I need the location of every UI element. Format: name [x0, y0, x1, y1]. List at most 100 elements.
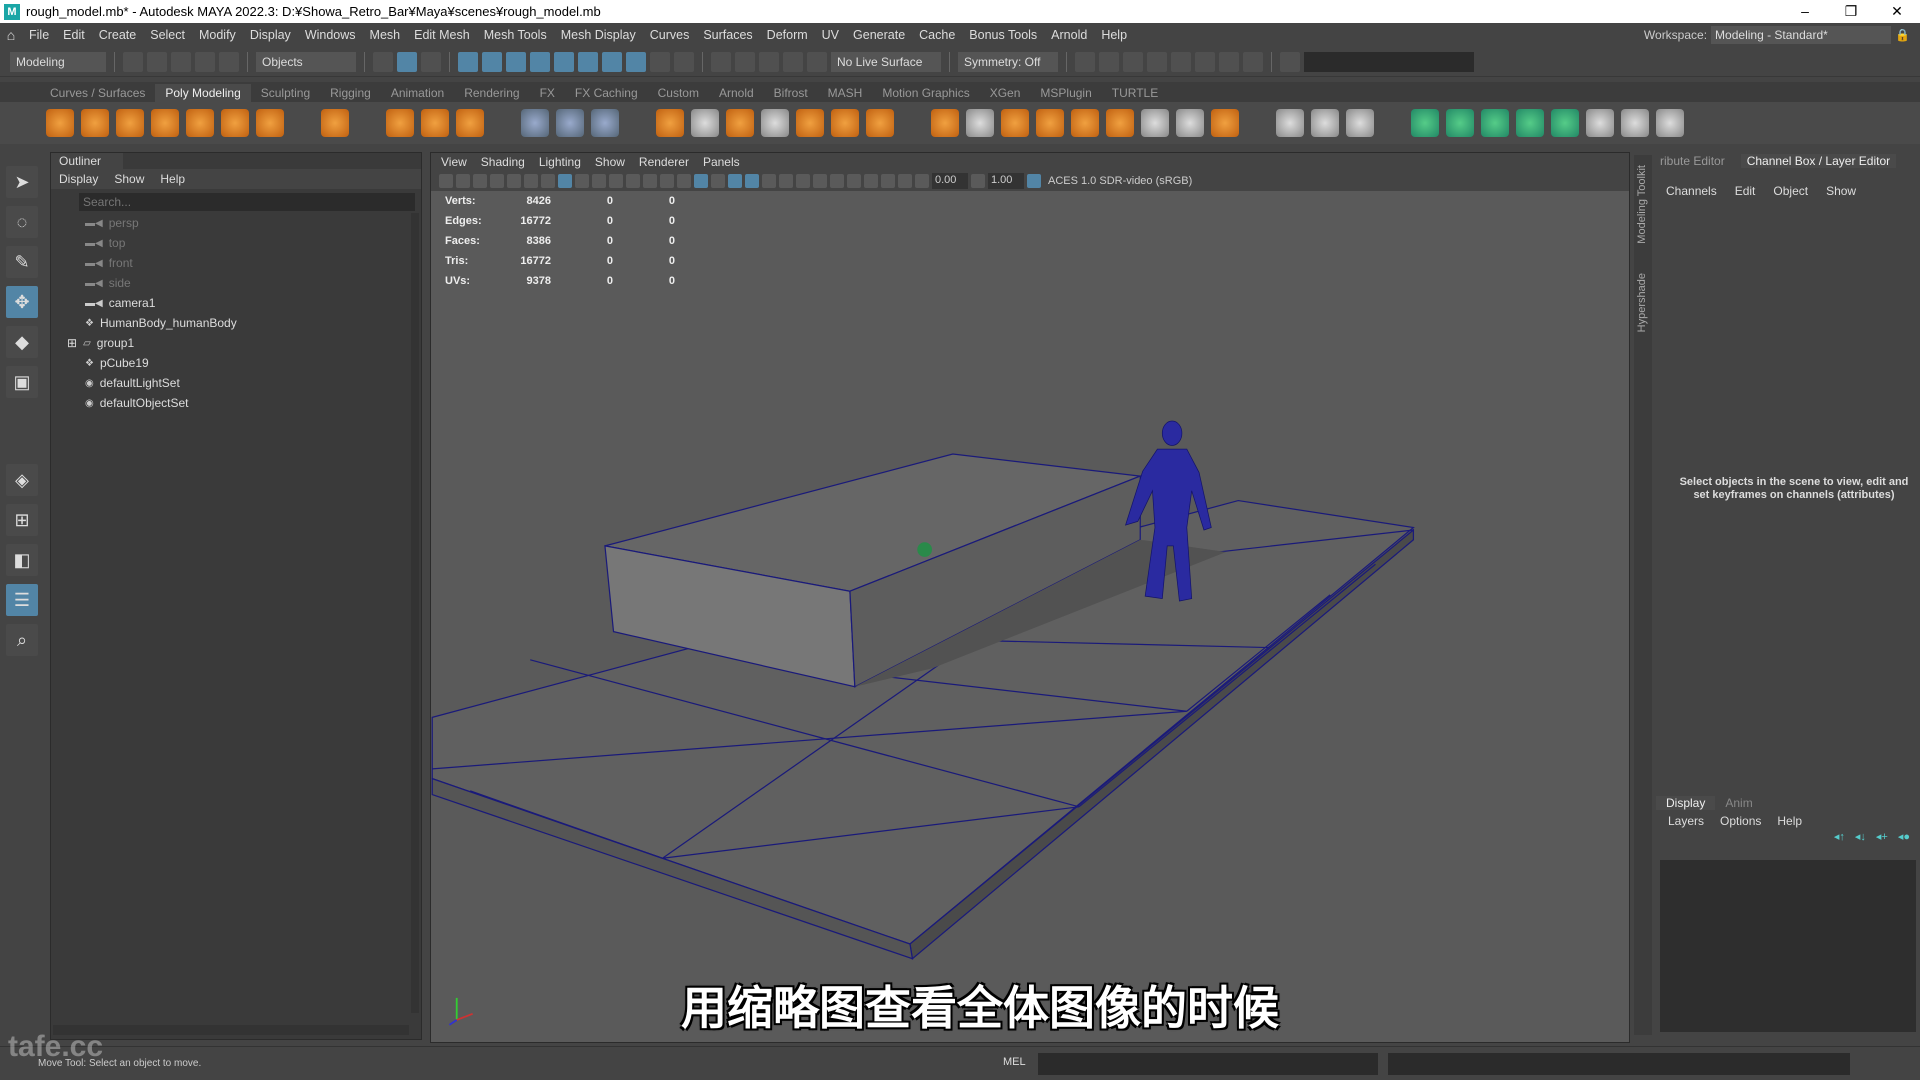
hypershade-icon[interactable] — [1171, 51, 1191, 72]
highlight-icon[interactable] — [674, 51, 694, 72]
collapse-icon[interactable] — [1176, 109, 1204, 137]
outliner-menu-help[interactable]: Help — [160, 172, 185, 186]
shelf-tab-bifrost[interactable]: Bifrost — [764, 84, 818, 102]
snap-settings-icon[interactable] — [602, 51, 622, 72]
mirror-icon[interactable] — [796, 109, 824, 137]
lock-selection-icon[interactable] — [650, 51, 670, 72]
poly-disc-icon[interactable] — [256, 109, 284, 137]
shelf-tab-custom[interactable]: Custom — [648, 84, 709, 102]
append-icon[interactable] — [1141, 109, 1169, 137]
two-view-icon[interactable]: ◧ — [6, 544, 38, 576]
shelf-tab-arnold[interactable]: Arnold — [709, 84, 764, 102]
backface-icon[interactable] — [898, 174, 912, 188]
shelf-tab-rigging[interactable]: Rigging — [320, 84, 381, 102]
move-tool-icon[interactable]: ✥ — [6, 286, 38, 318]
xray-joints-icon[interactable] — [864, 174, 878, 188]
uv-cylindrical-icon[interactable] — [1446, 109, 1474, 137]
menu-select[interactable]: Select — [143, 28, 192, 42]
history-icon[interactable] — [711, 51, 731, 72]
shelf-tab-rendering[interactable]: Rendering — [454, 84, 529, 102]
outliner-item[interactable]: ▬◀ front — [51, 253, 421, 273]
super-shape-icon[interactable] — [386, 109, 414, 137]
ambient-occlusion-icon[interactable] — [796, 174, 810, 188]
tab-modeling-toolkit[interactable]: Modeling Toolkit — [1636, 165, 1648, 244]
lasso-tool-icon[interactable]: ◌ — [6, 206, 38, 238]
xray-active-icon[interactable] — [881, 174, 895, 188]
render-view-icon[interactable] — [1075, 51, 1095, 72]
fill-hole-icon[interactable] — [1036, 109, 1064, 137]
bevel-icon[interactable] — [966, 109, 994, 137]
shelf-tab-turtle[interactable]: TURTLE — [1102, 84, 1168, 102]
select-tool-icon[interactable]: ➤ — [6, 166, 38, 198]
close-button[interactable]: ✕ — [1874, 0, 1920, 23]
layer-menu-help[interactable]: Help — [1777, 814, 1802, 828]
mel-label[interactable]: MEL — [1003, 1056, 1026, 1068]
expand-icon[interactable]: ⊞ — [67, 336, 77, 350]
snap-point-icon[interactable] — [506, 51, 526, 72]
bookmark-icon[interactable] — [490, 174, 504, 188]
shelf-tab-msplugin[interactable]: MSPlugin — [1030, 84, 1101, 102]
outliner-item[interactable]: ◉ defaultObjectSet — [51, 393, 421, 413]
outliner-item[interactable]: ▬◀ persp — [51, 213, 421, 233]
resolution-gate-icon[interactable] — [592, 174, 606, 188]
pivot-icon[interactable] — [521, 109, 549, 137]
lights-icon[interactable] — [762, 174, 776, 188]
shelf-tab-motion-graphics[interactable]: Motion Graphics — [872, 84, 979, 102]
save-scene-icon[interactable] — [171, 51, 191, 72]
select-hierarchy-icon[interactable] — [373, 51, 393, 72]
input-field-icon[interactable] — [1280, 51, 1300, 72]
snap-projected-icon[interactable] — [530, 51, 550, 72]
safe-action-icon[interactable] — [643, 174, 657, 188]
snap-curve-icon[interactable] — [482, 51, 502, 72]
separate-icon[interactable] — [691, 109, 719, 137]
four-view-icon[interactable]: ⊞ — [6, 504, 38, 536]
outliner-horizontal-scrollbar[interactable] — [53, 1025, 409, 1035]
paint-select-tool-icon[interactable]: ✎ — [6, 246, 38, 278]
channel-menu-show[interactable]: Show — [1826, 184, 1856, 198]
uv-sew-icon[interactable] — [1656, 109, 1684, 137]
live-surface-field[interactable]: No Live Surface — [831, 51, 941, 72]
menu-uv[interactable]: UV — [815, 28, 846, 42]
snap-together-icon[interactable] — [556, 109, 584, 137]
symmetry-dropdown[interactable]: Symmetry: Off — [958, 51, 1058, 72]
magnet-3-icon[interactable] — [807, 51, 827, 72]
selection-mode-dropdown[interactable]: Objects — [256, 51, 356, 72]
channel-menu-object[interactable]: Object — [1773, 184, 1808, 198]
outliner-item[interactable]: ❖ HumanBody_humanBody — [51, 313, 421, 333]
restore-button[interactable]: ❐ — [1828, 0, 1874, 23]
shelf-tab-xgen[interactable]: XGen — [980, 84, 1031, 102]
redo-icon[interactable] — [219, 51, 239, 72]
new-scene-icon[interactable] — [123, 51, 143, 72]
render-settings-icon[interactable] — [1147, 51, 1167, 72]
uv-planar-icon[interactable] — [1411, 109, 1439, 137]
poly-cylinder-icon[interactable] — [116, 109, 144, 137]
menu-deform[interactable]: Deform — [760, 28, 815, 42]
outliner-menu-show[interactable]: Show — [114, 172, 144, 186]
menu-file[interactable]: File — [22, 28, 56, 42]
select-component-icon[interactable] — [421, 51, 441, 72]
remesh-icon[interactable] — [831, 109, 859, 137]
film-gate-icon[interactable] — [575, 174, 589, 188]
gate-mask-icon[interactable] — [609, 174, 623, 188]
poly-torus-icon[interactable] — [186, 109, 214, 137]
snap-grid-icon[interactable] — [458, 51, 478, 72]
menu-display[interactable]: Display — [243, 28, 298, 42]
uv-automatic-icon[interactable] — [1516, 109, 1544, 137]
wireframe-on-shaded-icon[interactable] — [728, 174, 742, 188]
menu-cache[interactable]: Cache — [912, 28, 962, 42]
pause-icon[interactable] — [1243, 51, 1263, 72]
exposure-icon[interactable] — [915, 174, 929, 188]
scale-tool-icon[interactable]: ▣ — [6, 366, 38, 398]
extrude-icon[interactable] — [931, 109, 959, 137]
poke-icon[interactable] — [1106, 109, 1134, 137]
shelf-tab-poly-modeling[interactable]: Poly Modeling — [155, 84, 251, 102]
new-layer-selected-icon[interactable]: ◂● — [1898, 830, 1910, 843]
move-layer-down-icon[interactable]: ◂↓ — [1855, 830, 1866, 843]
ipr-render-icon[interactable] — [1123, 51, 1143, 72]
poly-plane-icon[interactable] — [221, 109, 249, 137]
tab-anim-layers[interactable]: Anim — [1715, 796, 1762, 810]
snap-view-plane-icon[interactable] — [554, 51, 574, 72]
shelf-tab-animation[interactable]: Animation — [381, 84, 454, 102]
uv-layout-icon[interactable] — [1586, 109, 1614, 137]
magnet-2-icon[interactable] — [783, 51, 803, 72]
